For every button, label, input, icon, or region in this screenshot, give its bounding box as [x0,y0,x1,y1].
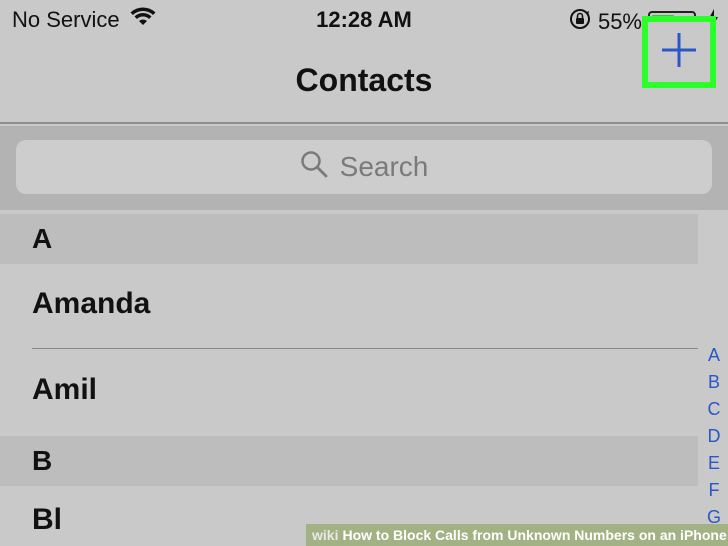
index-letter[interactable]: E [708,450,720,477]
nav-bar: Contacts [0,40,728,124]
plus-icon [659,30,699,75]
section-header-a: A [0,214,698,264]
search-input[interactable]: Search [16,140,712,194]
rotation-lock-icon [568,7,592,37]
index-letter[interactable]: A [708,342,720,369]
watermark-text: How to Block Calls from Unknown Numbers … [342,527,727,543]
contact-row-amanda[interactable]: Amanda [0,264,698,344]
page-title: Contacts [295,62,433,98]
index-letter[interactable]: B [708,369,720,396]
add-contact-button[interactable] [642,16,716,88]
section-header-b: B [0,436,698,486]
battery-percent: 55% [597,9,642,34]
row-divider [32,348,698,349]
search-icon [300,150,328,185]
index-letter[interactable]: F [709,477,720,504]
search-placeholder: Search [339,151,429,182]
index-letter[interactable]: D [708,423,721,450]
index-letter[interactable]: C [708,396,721,423]
status-bar: No Service 12:28 AM 55% [0,0,728,40]
watermark-banner: wiki How to Block Calls from Unknown Num… [306,524,728,546]
alphabet-index[interactable]: A B C D E F G [700,342,728,531]
watermark-brand: wiki [312,527,339,543]
contact-row-amil[interactable]: Amil [0,350,698,430]
search-container: Search [0,126,728,210]
